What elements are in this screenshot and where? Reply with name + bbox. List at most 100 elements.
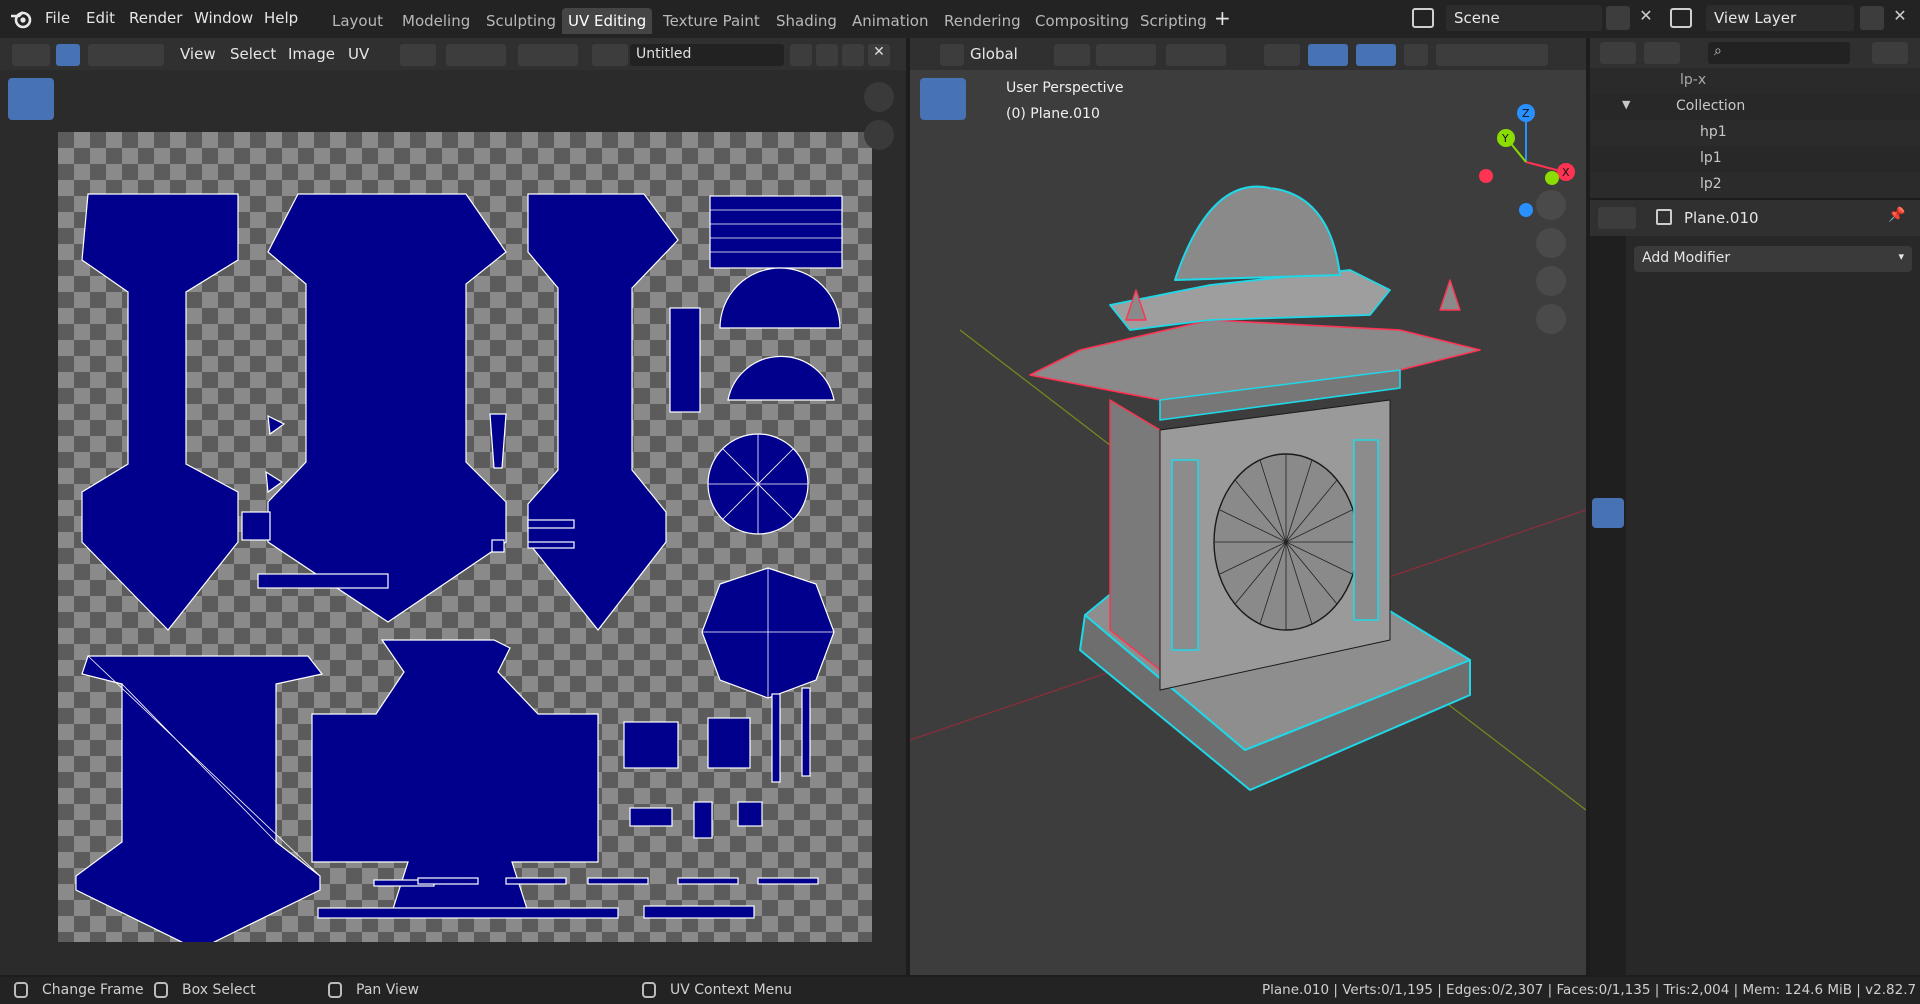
shading-mode-icons[interactable] <box>1436 44 1548 66</box>
search-icon: ⌕ <box>1714 43 1722 59</box>
uv-menu-image[interactable]: Image <box>288 45 335 63</box>
pinch-tool-icon[interactable] <box>8 506 54 548</box>
new-scene-icon[interactable] <box>1606 6 1630 30</box>
visibility-icon[interactable] <box>1264 44 1300 66</box>
add-modifier-button[interactable]: Add Modifier ▾ <box>1634 246 1912 272</box>
orientation-dropdown[interactable]: Global <box>970 45 1018 63</box>
view-layer-selector[interactable]: View Layer <box>1706 5 1854 31</box>
remove-scene-icon[interactable]: ✕ <box>1634 6 1658 30</box>
tool-tab-icon[interactable] <box>1592 246 1624 276</box>
annotate-tool-icon[interactable] <box>8 362 54 404</box>
image-browse-icon[interactable] <box>592 44 628 66</box>
scene-selector[interactable]: Scene <box>1446 5 1602 31</box>
world-tab-icon[interactable] <box>1592 426 1624 456</box>
tab-texture-paint[interactable]: Texture Paint <box>657 8 766 34</box>
object-tab-icon[interactable] <box>1592 462 1624 492</box>
tab-rendering[interactable]: Rendering <box>938 8 1027 34</box>
filter-icon[interactable] <box>1872 42 1908 64</box>
zoom-icon[interactable] <box>864 82 894 112</box>
pan-hand-icon[interactable] <box>1536 228 1566 258</box>
gizmo-neg-y[interactable] <box>1545 171 1559 185</box>
unlink-image-icon[interactable]: ✕ <box>868 44 890 66</box>
uv-menu-uv[interactable]: UV <box>348 45 369 63</box>
proportional-edit-icon[interactable] <box>518 44 578 66</box>
data-tab-icon[interactable] <box>1592 642 1624 672</box>
outliner-row[interactable]: ▼ Collection <box>1590 94 1920 120</box>
expand-arrow-icon[interactable]: ▼ <box>1622 98 1630 111</box>
editor-type-icon[interactable] <box>1598 207 1636 229</box>
transform-orientation-icon[interactable] <box>940 44 964 66</box>
relax-tool-icon[interactable] <box>8 460 54 502</box>
outliner-row[interactable]: lp-x <box>1590 68 1920 94</box>
outliner-search-input[interactable]: ⌕ <box>1708 42 1850 64</box>
gizmo-neg-z[interactable] <box>1519 203 1533 217</box>
uv-menu-select[interactable]: Select <box>230 45 276 63</box>
menu-edit[interactable]: Edit <box>86 9 115 27</box>
scene-tab-icon[interactable] <box>1592 390 1624 420</box>
new-image-icon[interactable] <box>816 44 838 66</box>
tab-animation[interactable]: Animation <box>846 8 934 34</box>
tab-shading[interactable]: Shading <box>770 8 843 34</box>
cursor-tool-icon[interactable] <box>8 124 54 166</box>
snapping-icon[interactable] <box>446 44 506 66</box>
navigation-gizmo[interactable]: Z X Y <box>1466 102 1586 232</box>
outliner-row[interactable]: hp1 <box>1590 120 1920 146</box>
menu-window[interactable]: Window <box>194 9 253 27</box>
blender-logo-icon[interactable] <box>10 9 32 29</box>
image-name-field[interactable]: Untitled <box>630 44 784 66</box>
uv-canvas[interactable] <box>58 132 872 942</box>
tab-sculpting[interactable]: Sculpting <box>480 8 562 34</box>
pivot-icon[interactable] <box>1054 44 1090 66</box>
new-view-layer-icon[interactable] <box>1860 6 1884 30</box>
menu-help[interactable]: Help <box>264 9 298 27</box>
modifier-tab-icon[interactable] <box>1592 498 1624 528</box>
3d-viewport[interactable]: Global User Perspective (0) Plane.010 Z … <box>910 38 1586 975</box>
uv-sync-icon[interactable] <box>56 44 80 66</box>
tab-compositing[interactable]: Compositing <box>1029 8 1135 34</box>
transform-tool-icon[interactable] <box>8 310 54 352</box>
menu-file[interactable]: File <box>45 9 70 27</box>
add-workspace-icon[interactable]: + <box>1214 6 1231 30</box>
view-layer-icon[interactable] <box>1670 8 1692 28</box>
menu-render[interactable]: Render <box>129 9 182 27</box>
uv-menu-view[interactable]: View <box>180 45 216 63</box>
select-box-tool-icon[interactable] <box>8 78 54 120</box>
pivot-icon[interactable] <box>400 44 436 66</box>
render-tab-icon[interactable] <box>1592 282 1624 312</box>
physics-tab-icon[interactable] <box>1592 570 1624 600</box>
proportional-edit-icon[interactable] <box>1166 44 1226 66</box>
output-tab-icon[interactable] <box>1592 318 1624 348</box>
gizmo-neg-x[interactable] <box>1479 169 1493 183</box>
gizmo-toggle-icon[interactable] <box>1308 44 1348 66</box>
pan-hand-icon[interactable] <box>864 120 894 150</box>
rotate-tool-icon[interactable] <box>8 220 54 262</box>
filter-type-icon[interactable] <box>1644 42 1680 64</box>
grid-view-icon[interactable] <box>1536 304 1566 334</box>
move-tool-icon[interactable] <box>8 176 54 218</box>
open-image-icon[interactable] <box>842 44 864 66</box>
zoom-icon[interactable] <box>1536 190 1566 220</box>
display-mode-icon[interactable] <box>1600 42 1636 64</box>
tab-scripting[interactable]: Scripting <box>1134 8 1213 34</box>
tab-modeling[interactable]: Modeling <box>396 8 476 34</box>
editor-type-icon[interactable] <box>12 44 50 66</box>
particles-tab-icon[interactable] <box>1592 534 1624 564</box>
remove-view-layer-icon[interactable]: ✕ <box>1888 6 1912 30</box>
select-mode-icons[interactable] <box>88 44 164 66</box>
outliner-row[interactable]: lp1 <box>1590 146 1920 172</box>
scale-tool-icon[interactable] <box>8 266 54 308</box>
xray-icon[interactable] <box>1404 44 1428 66</box>
pin-icon[interactable]: 📌 <box>1888 207 1905 223</box>
grab-tool-icon[interactable] <box>8 414 54 456</box>
snapping-icon[interactable] <box>1096 44 1156 66</box>
fake-user-icon[interactable] <box>790 44 812 66</box>
tab-layout[interactable]: Layout <box>326 8 389 34</box>
scene-icon[interactable] <box>1412 8 1434 28</box>
material-tab-icon[interactable] <box>1592 678 1624 708</box>
tab-uv-editing[interactable]: UV Editing <box>562 8 653 34</box>
constraints-tab-icon[interactable] <box>1592 606 1624 636</box>
camera-icon[interactable] <box>1536 266 1566 296</box>
view-layer-tab-icon[interactable] <box>1592 354 1624 384</box>
outliner-row[interactable]: lp2 <box>1590 172 1920 198</box>
overlay-toggle-icon[interactable] <box>1356 44 1396 66</box>
